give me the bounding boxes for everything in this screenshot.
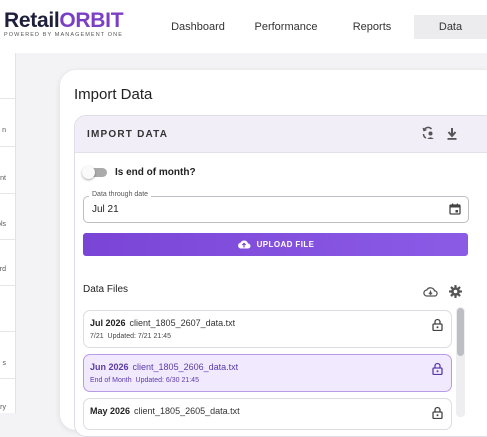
file-month: Jun 2026 [90,362,129,372]
sidebar-divider [0,146,15,147]
sync-user-icon[interactable] [420,125,436,141]
file-title-line: Jun 2026 client_1805_2606_data.txt [90,362,238,372]
sidebar-item-4[interactable]: rd [0,266,6,273]
sidebar-divider [0,378,15,379]
top-bar: RetailORBIT POWERED BY MANAGEMENT ONE Da… [0,0,487,53]
file-updated: Updated: 6/30 21:45 [135,377,199,384]
scrollbar-thumb[interactable] [457,308,464,356]
sidebar-item-2[interactable]: nt [0,175,6,182]
lock-icon[interactable] [432,318,443,336]
data-through-date-field[interactable] [83,196,469,223]
lock-icon[interactable] [432,362,443,380]
tab-data[interactable]: Data [414,15,487,39]
download-icon[interactable] [444,125,460,141]
logo-wordmark: RetailORBIT [4,9,124,32]
tab-performance[interactable]: Performance [248,15,324,39]
cloud-download-icon[interactable] [422,284,438,298]
logo-text-orbit: ORBIT [59,9,124,32]
sidebar-item-6[interactable]: ary [0,404,6,411]
date-field-value[interactable]: Jul 21 [92,204,119,215]
lock-icon[interactable] [432,406,443,424]
file-card[interactable]: May 2026 client_1805_2605_data.txt [83,398,452,430]
tab-dashboard[interactable]: Dashboard [163,15,233,39]
sidebar-divider [0,331,15,332]
file-meta-line: End of Month Updated: 6/30 21:45 [90,377,199,384]
file-card[interactable]: Jul 2026 client_1805_2607_data.txt 7/21 U… [83,310,452,348]
file-name: client_1805_2606_data.txt [132,362,239,372]
tab-reports[interactable]: Reports [342,15,402,39]
cloud-upload-icon [237,236,251,254]
sidebar-divider [0,239,15,240]
sidebar-divider [0,193,15,194]
file-meta-line: 7/21 Updated: 7/21 21:45 [90,333,171,340]
file-title-line: Jul 2026 client_1805_2607_data.txt [90,318,235,328]
file-name: client_1805_2607_data.txt [129,318,236,328]
retailorbit-logo[interactable]: RetailORBIT POWERED BY MANAGEMENT ONE [4,9,124,38]
sidebar: n nt ols rd s ary [0,53,16,413]
upload-file-label: UPLOAD FILE [256,240,315,249]
data-files-title: Data Files [83,284,129,295]
file-month: May 2026 [90,406,131,416]
sidebar-divider [0,285,15,286]
toggle-knob[interactable] [82,166,95,179]
file-name: client_1805_2605_data.txt [134,406,240,416]
file-month: Jul 2026 [90,318,126,328]
sidebar-divider [0,98,15,99]
page-title: Import Data [74,86,153,103]
file-period: 7/21 [90,333,104,340]
calendar-icon[interactable] [448,202,462,216]
gear-icon[interactable] [447,283,463,299]
end-of-month-label: Is end of month? [115,167,196,178]
sidebar-item-3[interactable]: ols [0,221,6,228]
logo-tagline: POWERED BY MANAGEMENT ONE [4,32,123,38]
date-field-label: Data through date [89,191,152,198]
sidebar-item-1[interactable]: n [2,127,6,134]
file-card-selected[interactable]: Jun 2026 client_1805_2606_data.txt End of… [83,354,452,392]
file-period: End of Month [90,377,132,384]
upload-file-button[interactable]: UPLOAD FILE [83,233,468,256]
panel-title: IMPORT DATA [87,129,169,140]
file-updated: Updated: 7/21 21:45 [107,333,171,340]
sidebar-item-5[interactable]: s [3,360,7,367]
file-title-line: May 2026 client_1805_2605_data.txt [90,406,240,416]
logo-text-retail: Retail [4,9,60,32]
